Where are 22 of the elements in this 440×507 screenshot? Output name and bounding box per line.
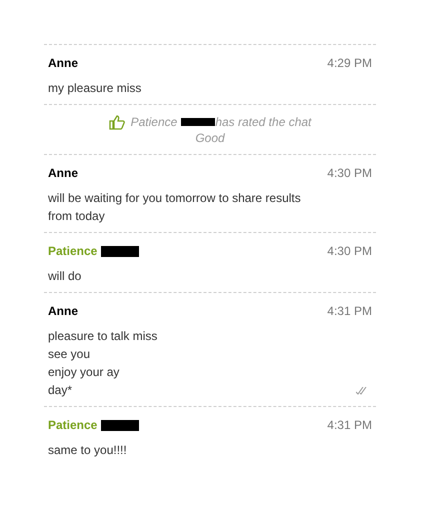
message-text: see you xyxy=(48,346,92,363)
message-text: same to you!!!! xyxy=(48,442,127,459)
message-time: 4:30 PM xyxy=(327,243,372,260)
sender-name: Patience xyxy=(48,417,98,434)
message-text: day* xyxy=(48,382,74,399)
sender-name: Anne xyxy=(48,303,78,320)
message-time: 4:31 PM xyxy=(327,303,372,320)
message-text: pleasure to talk miss xyxy=(48,328,158,345)
sender-name: Anne xyxy=(48,55,78,72)
message-time: 4:30 PM xyxy=(327,165,372,182)
thumbs-up-icon xyxy=(108,114,125,130)
sender-name: Patience xyxy=(48,243,98,260)
rating-value: Good xyxy=(195,130,225,146)
message-text: will do xyxy=(48,268,82,285)
sender-name: Anne xyxy=(48,165,78,182)
rating-text: has rated the chat xyxy=(215,114,312,130)
message-text: my pleasure miss xyxy=(48,80,142,97)
message-text: will be waiting for you tomorrow to share results from today xyxy=(48,190,302,225)
message-time: 4:29 PM xyxy=(327,55,372,72)
rater-name: Patience xyxy=(130,114,178,130)
message-text: enjoy your ay xyxy=(48,364,120,381)
message-time: 4:31 PM xyxy=(327,417,372,434)
